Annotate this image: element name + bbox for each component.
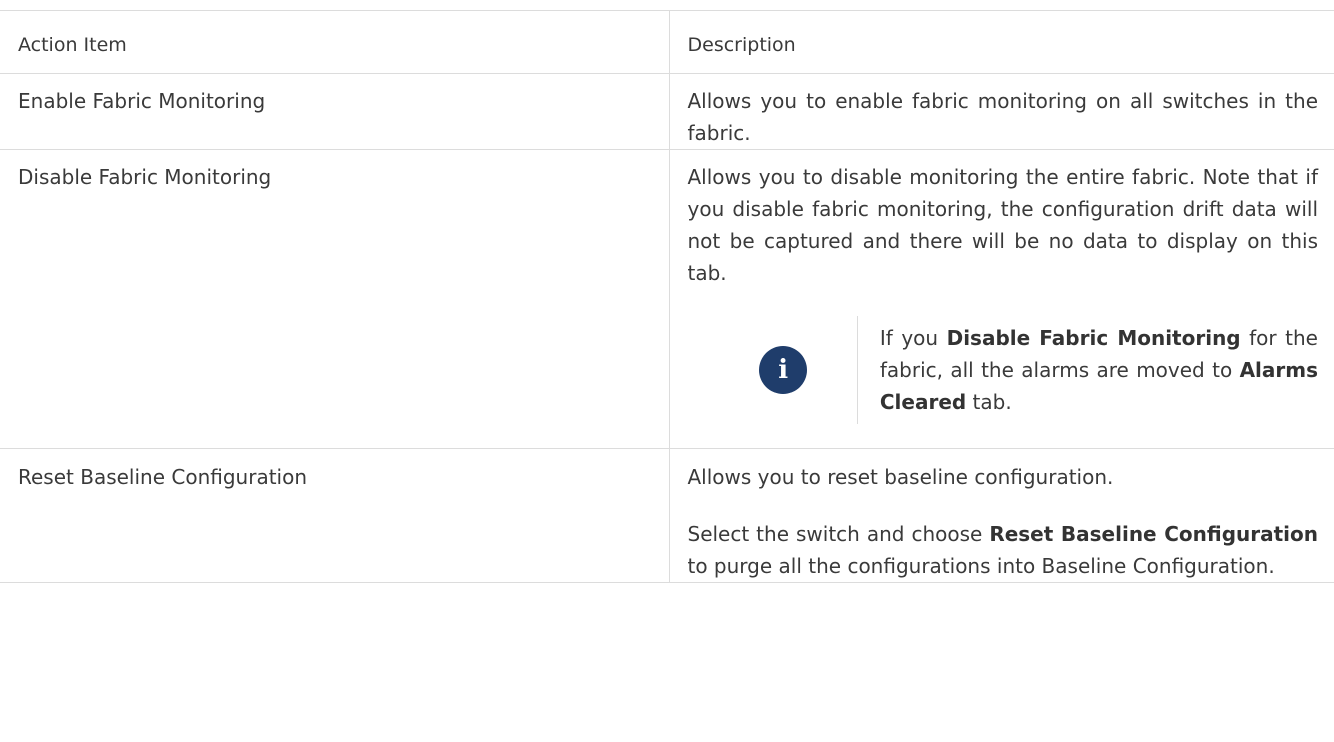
description-text: Allows you to reset baseline configurati…: [687, 465, 1114, 489]
table-row: Enable Fabric Monitoring Allows you to e…: [0, 73, 1334, 150]
header-cell-description: Description: [668, 10, 1334, 74]
description-text: Allows you to enable fabric monitoring o…: [687, 89, 1319, 145]
info-icon-glyph: i: [778, 355, 789, 385]
action-cell: Disable Fabric Monitoring: [0, 149, 670, 449]
description-cell: Allows you to disable monitoring the ent…: [668, 149, 1334, 449]
header-action-label: Action Item: [18, 34, 127, 56]
note-text-part: tab.: [966, 390, 1012, 414]
desc-text-part: to purge all the configurations into Bas…: [687, 554, 1275, 578]
action-cell: Reset Baseline Configuration: [0, 448, 670, 583]
table-row: Reset Baseline Configuration Allows you …: [0, 448, 1334, 583]
table-row: Disable Fabric Monitoring Allows you to …: [0, 149, 1334, 449]
description-cell: Allows you to enable fabric monitoring o…: [668, 73, 1334, 150]
action-items-table: Action Item Description Enable Fabric Mo…: [0, 10, 1334, 583]
action-label: Reset Baseline Configuration: [18, 465, 308, 489]
info-note: i If you Disable Fabric Monitoring for t…: [710, 316, 1318, 424]
note-text: If you Disable Fabric Monitoring for the…: [856, 316, 1318, 424]
header-description-label: Description: [687, 34, 796, 56]
info-icon: i: [759, 346, 808, 394]
action-cell: Enable Fabric Monitoring: [0, 73, 670, 150]
note-bold-disable: Disable Fabric Monitoring: [946, 326, 1241, 350]
header-cell-action: Action Item: [0, 10, 670, 74]
desc-bold-reset-baseline: Reset Baseline Configuration: [989, 522, 1319, 546]
description-text-2: Select the switch and choose Reset Basel…: [688, 518, 1319, 582]
description-text: Allows you to disable monitoring the ent…: [687, 165, 1319, 285]
description-cell: Allows you to reset baseline configurati…: [668, 448, 1334, 583]
desc-text-part: Select the switch and choose: [687, 522, 990, 546]
note-text-part: If you: [879, 326, 947, 350]
table-header-row: Action Item Description: [0, 10, 1334, 74]
action-label: Enable Fabric Monitoring: [18, 89, 266, 113]
action-label: Disable Fabric Monitoring: [18, 165, 272, 189]
